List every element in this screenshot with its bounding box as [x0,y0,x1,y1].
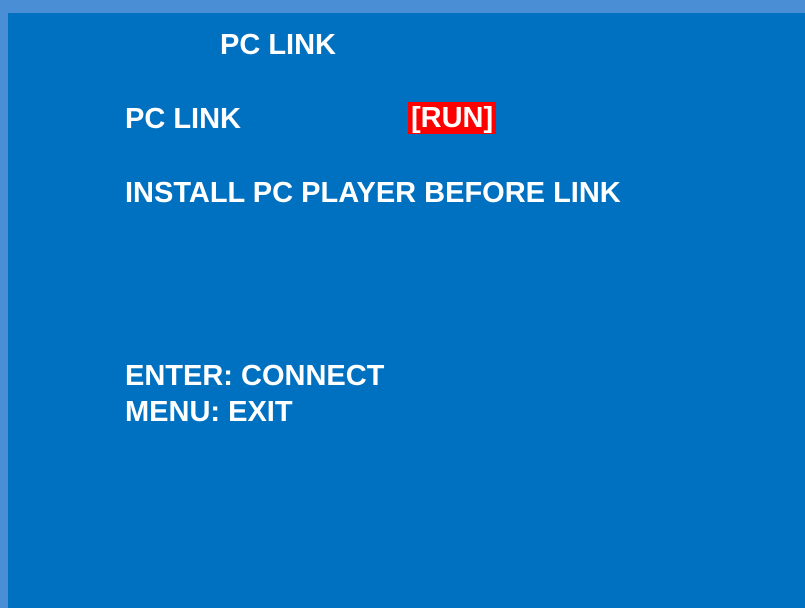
enter-connect-hint: ENTER: CONNECT [125,360,385,392]
menu-title: PC LINK [220,29,336,61]
pc-link-menu-screen: PC LINK PC LINK [RUN] INSTALL PC PLAYER … [8,13,805,608]
menu-exit-hint: MENU: EXIT [125,396,293,428]
install-note: INSTALL PC PLAYER BEFORE LINK [125,177,621,209]
pc-link-option-value[interactable]: [RUN] [408,102,497,134]
pc-link-option-label[interactable]: PC LINK [125,102,241,136]
osd-frame: PC LINK PC LINK [RUN] INSTALL PC PLAYER … [0,0,805,608]
